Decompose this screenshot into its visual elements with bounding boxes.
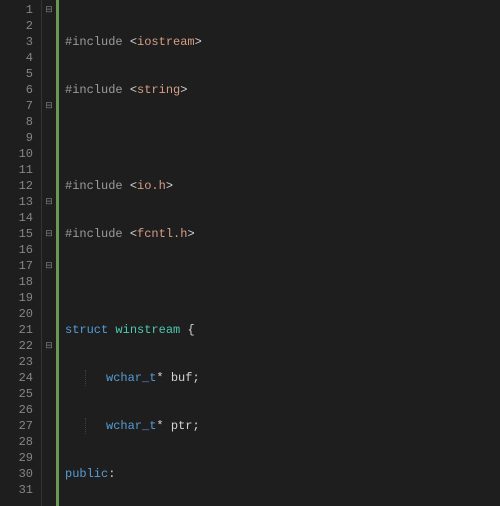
fold-toggle — [42, 178, 56, 194]
code-line[interactable]: #include <io.h> — [65, 178, 500, 194]
fold-toggle — [42, 18, 56, 34]
line-number: 8 — [0, 114, 33, 130]
line-number: 17 — [0, 258, 33, 274]
code-line[interactable]: wchar_t* buf; — [65, 370, 500, 386]
line-number: 26 — [0, 402, 33, 418]
fold-toggle — [42, 34, 56, 50]
fold-toggle[interactable]: ⊟ — [42, 98, 56, 114]
line-number: 30 — [0, 466, 33, 482]
fold-toggle — [42, 402, 56, 418]
fold-toggle — [42, 418, 56, 434]
fold-toggle[interactable] — [42, 210, 56, 226]
fold-toggle — [42, 322, 56, 338]
fold-toggle[interactable]: ⊟ — [42, 194, 56, 210]
line-number: 9 — [0, 130, 33, 146]
fold-toggle — [42, 290, 56, 306]
code-line[interactable]: #include <fcntl.h> — [65, 226, 500, 242]
line-number: 20 — [0, 306, 33, 322]
fold-toggle — [42, 114, 56, 130]
line-number: 11 — [0, 162, 33, 178]
line-number: 1 — [0, 2, 33, 18]
line-number: 27 — [0, 418, 33, 434]
fold-toggle — [42, 370, 56, 386]
fold-toggle[interactable]: ⊟ — [42, 2, 56, 18]
fold-toggle — [42, 162, 56, 178]
line-number: 14 — [0, 210, 33, 226]
fold-toggle — [42, 306, 56, 322]
line-number: 19 — [0, 290, 33, 306]
fold-toggle — [42, 482, 56, 498]
line-number: 13 — [0, 194, 33, 210]
line-number: 22 — [0, 338, 33, 354]
fold-toggle — [42, 450, 56, 466]
fold-toggle[interactable]: ⊟ — [42, 226, 56, 242]
fold-toggle — [42, 82, 56, 98]
fold-column: ⊟ ⊟ ⊟ ⊟ ⊟ ⊟ — [42, 0, 56, 506]
code-line[interactable]: wchar_t* ptr; — [65, 418, 500, 434]
line-number: 12 — [0, 178, 33, 194]
code-line[interactable] — [65, 130, 500, 146]
line-number: 3 — [0, 34, 33, 50]
code-line[interactable]: struct winstream { — [65, 322, 500, 338]
fold-toggle[interactable]: ⊟ — [42, 338, 56, 354]
fold-toggle — [42, 146, 56, 162]
fold-toggle[interactable]: ⊟ — [42, 258, 56, 274]
preproc: #include — [65, 35, 130, 49]
line-number: 31 — [0, 482, 33, 498]
code-editor: 1234567891011121314151617181920212223242… — [0, 0, 500, 506]
line-number: 16 — [0, 242, 33, 258]
fold-toggle — [42, 354, 56, 370]
line-number: 24 — [0, 370, 33, 386]
line-number: 6 — [0, 82, 33, 98]
line-number-gutter: 1234567891011121314151617181920212223242… — [0, 0, 42, 506]
fold-toggle — [42, 386, 56, 402]
code-line[interactable]: #include <iostream> — [65, 34, 500, 50]
fold-toggle — [42, 130, 56, 146]
code-line[interactable]: public: — [65, 466, 500, 482]
line-number: 7 — [0, 98, 33, 114]
line-number: 15 — [0, 226, 33, 242]
line-number: 29 — [0, 450, 33, 466]
line-number: 25 — [0, 386, 33, 402]
fold-toggle — [42, 466, 56, 482]
code-line[interactable]: #include <string> — [65, 82, 500, 98]
fold-toggle — [42, 50, 56, 66]
line-number: 5 — [0, 66, 33, 82]
line-number: 10 — [0, 146, 33, 162]
line-number: 28 — [0, 434, 33, 450]
fold-toggle — [42, 242, 56, 258]
fold-toggle — [42, 66, 56, 82]
code-line[interactable] — [65, 274, 500, 290]
fold-toggle — [42, 434, 56, 450]
line-number: 18 — [0, 274, 33, 290]
line-number: 4 — [0, 50, 33, 66]
fold-toggle — [42, 274, 56, 290]
code-area[interactable]: #include <iostream> #include <string> #i… — [59, 0, 500, 506]
line-number: 23 — [0, 354, 33, 370]
line-number: 21 — [0, 322, 33, 338]
line-number: 2 — [0, 18, 33, 34]
